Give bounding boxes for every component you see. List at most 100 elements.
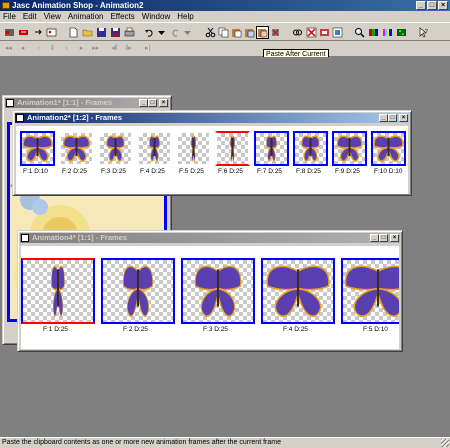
prev-frame-icon[interactable]: ‹ [34, 44, 43, 54]
frame-thumbnail[interactable] [332, 131, 367, 166]
butterfly-image [191, 135, 196, 162]
minimize-button[interactable]: _ [370, 234, 379, 242]
frame-thumbnail[interactable] [101, 258, 175, 324]
animation2-title-bar[interactable]: Animation2* [1:2] - Frames _ □ × [15, 113, 409, 123]
resize-grip[interactable] [441, 439, 449, 447]
frame-properties-icon[interactable] [332, 27, 343, 38]
frame-label: F:1 D:10 [23, 168, 48, 175]
delete-frame-icon[interactable] [270, 27, 281, 38]
link-icon[interactable] [292, 27, 303, 38]
frame-thumbnail[interactable] [254, 131, 289, 166]
app-icon [2, 2, 10, 9]
undo-icon[interactable] [144, 27, 155, 38]
step-back-icon[interactable]: ◂‖ [110, 44, 119, 54]
color-palette-icon[interactable] [368, 27, 379, 38]
paste-icon[interactable] [231, 27, 242, 38]
pause-icon[interactable]: ‖ [48, 44, 57, 54]
frame-thumbnail[interactable] [341, 258, 399, 324]
animation1-title-bar[interactable]: Animation1* [1:1] - Frames _ □ × [5, 98, 169, 108]
frame-label: F:2 D:25 [62, 168, 87, 175]
menu-bar: File Edit View Animation Effects Window … [0, 11, 450, 22]
print-icon[interactable] [124, 27, 135, 38]
close-button[interactable]: × [390, 234, 399, 242]
document-icon [6, 99, 14, 107]
rewind-icon[interactable]: ◂ [18, 44, 27, 54]
frame-label: F:4 D:25 [283, 326, 308, 333]
last-frame-icon[interactable]: ▸▸ [91, 44, 100, 54]
open-icon[interactable] [82, 27, 93, 38]
frame-thumbnail[interactable] [20, 131, 55, 166]
frame-label: F:2 D:25 [123, 326, 148, 333]
frame-label: F:3 D:25 [101, 168, 126, 175]
close-button[interactable]: × [399, 114, 408, 122]
minimize-button[interactable]: _ [379, 114, 388, 122]
color-bars-icon[interactable] [382, 27, 393, 38]
minimize-button[interactable]: _ [139, 99, 148, 107]
banner-wizard-icon[interactable] [18, 27, 29, 38]
menu-help[interactable]: Help [177, 11, 193, 22]
arrow-icon[interactable] [33, 27, 44, 38]
first-frame-icon[interactable]: ◂◂ [4, 44, 13, 54]
animation2-window[interactable]: Animation2* [1:2] - Frames _ □ × F:1 D:1… [12, 110, 412, 196]
redo-dropdown-icon[interactable] [182, 27, 193, 38]
frame-thumbnail[interactable] [98, 131, 133, 166]
status-bar: Paste the clipboard contents as one or m… [0, 437, 450, 448]
menu-window[interactable]: Window [142, 11, 170, 22]
butterfly-image [344, 265, 399, 317]
paste-before-icon[interactable] [244, 27, 255, 38]
app-title-bar[interactable]: Jasc Animation Shop - Animation2 _ □ × [0, 0, 450, 11]
animation4-window[interactable]: Animation4* [1:1] - Frames _ □ × F:1 D:2… [17, 230, 403, 352]
main-toolbar: ? [0, 22, 450, 41]
zoom-icon[interactable] [354, 27, 365, 38]
save-icon[interactable] [96, 27, 107, 38]
cut-icon[interactable] [205, 27, 216, 38]
menu-edit[interactable]: Edit [23, 11, 37, 22]
frame-thumbnail[interactable] [371, 131, 406, 166]
maximize-button[interactable]: □ [427, 1, 437, 10]
crop-icon[interactable] [319, 27, 330, 38]
butterfly-image [123, 265, 153, 317]
frame-thumbnail[interactable] [181, 258, 255, 324]
maximize-button[interactable]: □ [379, 234, 388, 242]
view-animation-icon[interactable]: ▸| [143, 44, 152, 54]
frame-label: F:8 D:25 [296, 168, 321, 175]
frame-thumbnail[interactable] [293, 131, 328, 166]
next-frame-icon[interactable]: ▸ [77, 44, 86, 54]
frame-thumbnail[interactable] [215, 131, 250, 166]
delete-icon[interactable] [306, 27, 317, 38]
wizard-icon[interactable] [4, 27, 15, 38]
new-icon[interactable] [68, 27, 79, 38]
maximize-button[interactable]: □ [148, 99, 157, 107]
playback-toolbar: ◂◂ ◂ ‹ ‖ › ▸ ▸▸ ◂‖ ‖▸ ▸| [0, 41, 450, 57]
animation4-title: Animation4* [1:1] - Frames [32, 233, 128, 242]
redo-icon[interactable] [170, 27, 181, 38]
butterfly-image [194, 265, 242, 317]
menu-animation[interactable]: Animation [68, 11, 104, 22]
menu-file[interactable]: File [3, 11, 16, 22]
anim4-frame-strip: F:1 D:25 F:2 D:25 F:3 D:25 F:4 D:25 F:5 … [21, 246, 399, 349]
undo-dropdown-icon[interactable] [156, 27, 167, 38]
animation4-title-bar[interactable]: Animation4* [1:1] - Frames _ □ × [20, 233, 400, 243]
close-button[interactable]: × [159, 99, 168, 107]
menu-view[interactable]: View [44, 11, 61, 22]
frame-thumbnail[interactable] [137, 131, 172, 166]
frame-label: F:3 D:25 [203, 326, 228, 333]
image-icon[interactable] [46, 27, 57, 38]
butterfly-image [106, 135, 125, 162]
help-pointer-icon[interactable]: ? [418, 27, 429, 38]
close-button[interactable]: × [438, 1, 448, 10]
dither-icon[interactable] [396, 27, 407, 38]
frame-thumbnail[interactable] [21, 258, 95, 324]
minimize-button[interactable]: _ [416, 1, 426, 10]
frame-thumbnail[interactable] [261, 258, 335, 324]
step-forward-icon[interactable]: ‖▸ [124, 44, 133, 54]
copy-icon[interactable] [218, 27, 229, 38]
paste-after-current-icon[interactable] [256, 26, 269, 39]
save-as-icon[interactable] [110, 27, 121, 38]
maximize-button[interactable]: □ [388, 114, 397, 122]
frame-label: F:1 D:25 [43, 326, 68, 333]
frame-thumbnail[interactable] [176, 131, 211, 166]
play-icon[interactable]: › [62, 44, 71, 54]
frame-thumbnail[interactable] [59, 131, 94, 166]
menu-effects[interactable]: Effects [110, 11, 134, 22]
